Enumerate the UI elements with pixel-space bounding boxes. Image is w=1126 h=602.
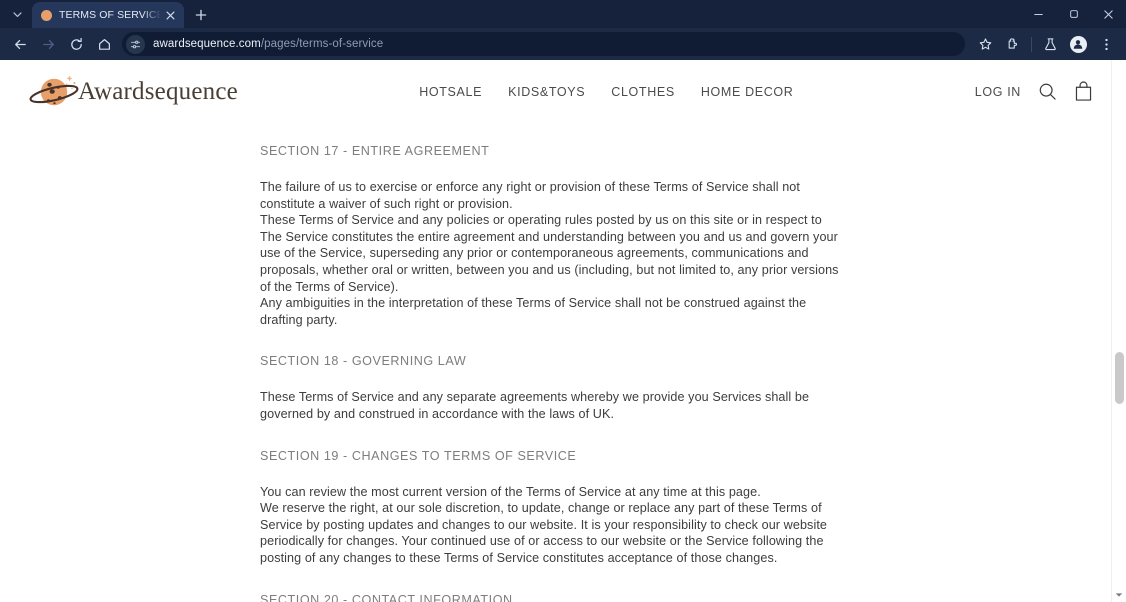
browser-toolbar: awardsequence.com/pages/terms-of-service: [0, 28, 1126, 60]
close-icon[interactable]: [163, 8, 178, 23]
paragraph: The failure of us to exercise or enforce…: [260, 180, 800, 211]
home-icon[interactable]: [90, 30, 118, 58]
paragraph: These Terms of Service and any separate …: [260, 390, 810, 421]
labs-flask-icon[interactable]: [1036, 30, 1064, 58]
toolbar-divider: [1031, 36, 1032, 52]
section-heading-17: SECTION 17 - ENTIRE AGREEMENT: [260, 144, 490, 158]
site-navigation: HOTSALE KIDS&TOYS CLOTHES HOME DECOR: [238, 85, 975, 99]
new-tab-button[interactable]: [188, 2, 213, 27]
section-heading-18: SECTION 18 - GOVERNING LAW: [260, 354, 467, 369]
section-heading-20: SECTION 20 - CONTACT INFORMATION: [260, 592, 513, 602]
site-header: Awardsequence HOTSALE KIDS&TOYS CLOTHES …: [0, 60, 1111, 123]
login-link[interactable]: LOG IN: [975, 85, 1021, 99]
nav-item-clothes[interactable]: CLOTHES: [611, 85, 675, 99]
extensions-puzzle-icon[interactable]: [999, 30, 1027, 58]
paragraph: These Terms of Service and any policies …: [260, 213, 839, 294]
header-actions: LOG IN: [975, 81, 1093, 102]
shopping-bag-icon[interactable]: [1074, 81, 1093, 102]
minimize-button[interactable]: [1021, 0, 1056, 28]
window-controls: [1021, 0, 1126, 28]
logo-wordmark: Awardsequence: [78, 77, 238, 105]
page-viewport: Awardsequence HOTSALE KIDS&TOYS CLOTHES …: [0, 60, 1126, 602]
address-bar[interactable]: awardsequence.com/pages/terms-of-service: [122, 32, 965, 56]
cookie-planet-logo-icon: [28, 70, 84, 114]
section-heading-19: SECTION 19 - CHANGES TO TERMS OF SERVICE: [260, 448, 577, 463]
tab-title: TERMS OF SERVICE – Awardseq: [59, 9, 161, 21]
paragraph: We reserve the right, at our sole discre…: [260, 501, 828, 565]
nav-item-hotsale[interactable]: HOTSALE: [419, 85, 482, 99]
bookmark-star-icon[interactable]: [971, 30, 999, 58]
forward-icon[interactable]: [34, 30, 62, 58]
browser-tab[interactable]: TERMS OF SERVICE – Awardseq: [32, 2, 184, 28]
profile-avatar-icon[interactable]: [1064, 30, 1092, 58]
url-path: /pages/terms-of-service: [260, 38, 384, 50]
browser-menu-icon[interactable]: [1092, 30, 1120, 58]
tab-search-chevron-icon[interactable]: [4, 1, 30, 27]
paragraph: Any ambiguities in the interpretation of…: [260, 296, 807, 327]
url-text: awardsequence.com/pages/terms-of-service: [153, 38, 383, 50]
page-content: SECTION 17 - ENTIRE AGREEMENT The failur…: [0, 144, 1111, 602]
page-scrollbar[interactable]: [1111, 60, 1126, 602]
web-page: Awardsequence HOTSALE KIDS&TOYS CLOTHES …: [0, 60, 1111, 602]
nav-item-home-decor[interactable]: HOME DECOR: [701, 85, 794, 99]
cookie-favicon: [41, 9, 52, 21]
search-icon[interactable]: [1038, 82, 1057, 101]
site-settings-icon[interactable]: [126, 34, 145, 54]
close-window-button[interactable]: [1091, 0, 1126, 28]
url-domain: awardsequence.com: [153, 38, 261, 50]
site-logo[interactable]: Awardsequence: [28, 70, 238, 114]
back-icon[interactable]: [6, 30, 34, 58]
tab-strip: TERMS OF SERVICE – Awardseq: [0, 0, 1126, 28]
scrollbar-thumb[interactable]: [1115, 352, 1124, 404]
nav-item-kidstoys[interactable]: KIDS&TOYS: [508, 85, 585, 99]
reload-icon[interactable]: [62, 30, 90, 58]
browser-window: TERMS OF SERVICE – Awardseq: [0, 0, 1126, 602]
maximize-button[interactable]: [1056, 0, 1091, 28]
scrollbar-down-arrow-icon[interactable]: [1112, 588, 1126, 602]
paragraph: You can review the most current version …: [260, 484, 761, 499]
